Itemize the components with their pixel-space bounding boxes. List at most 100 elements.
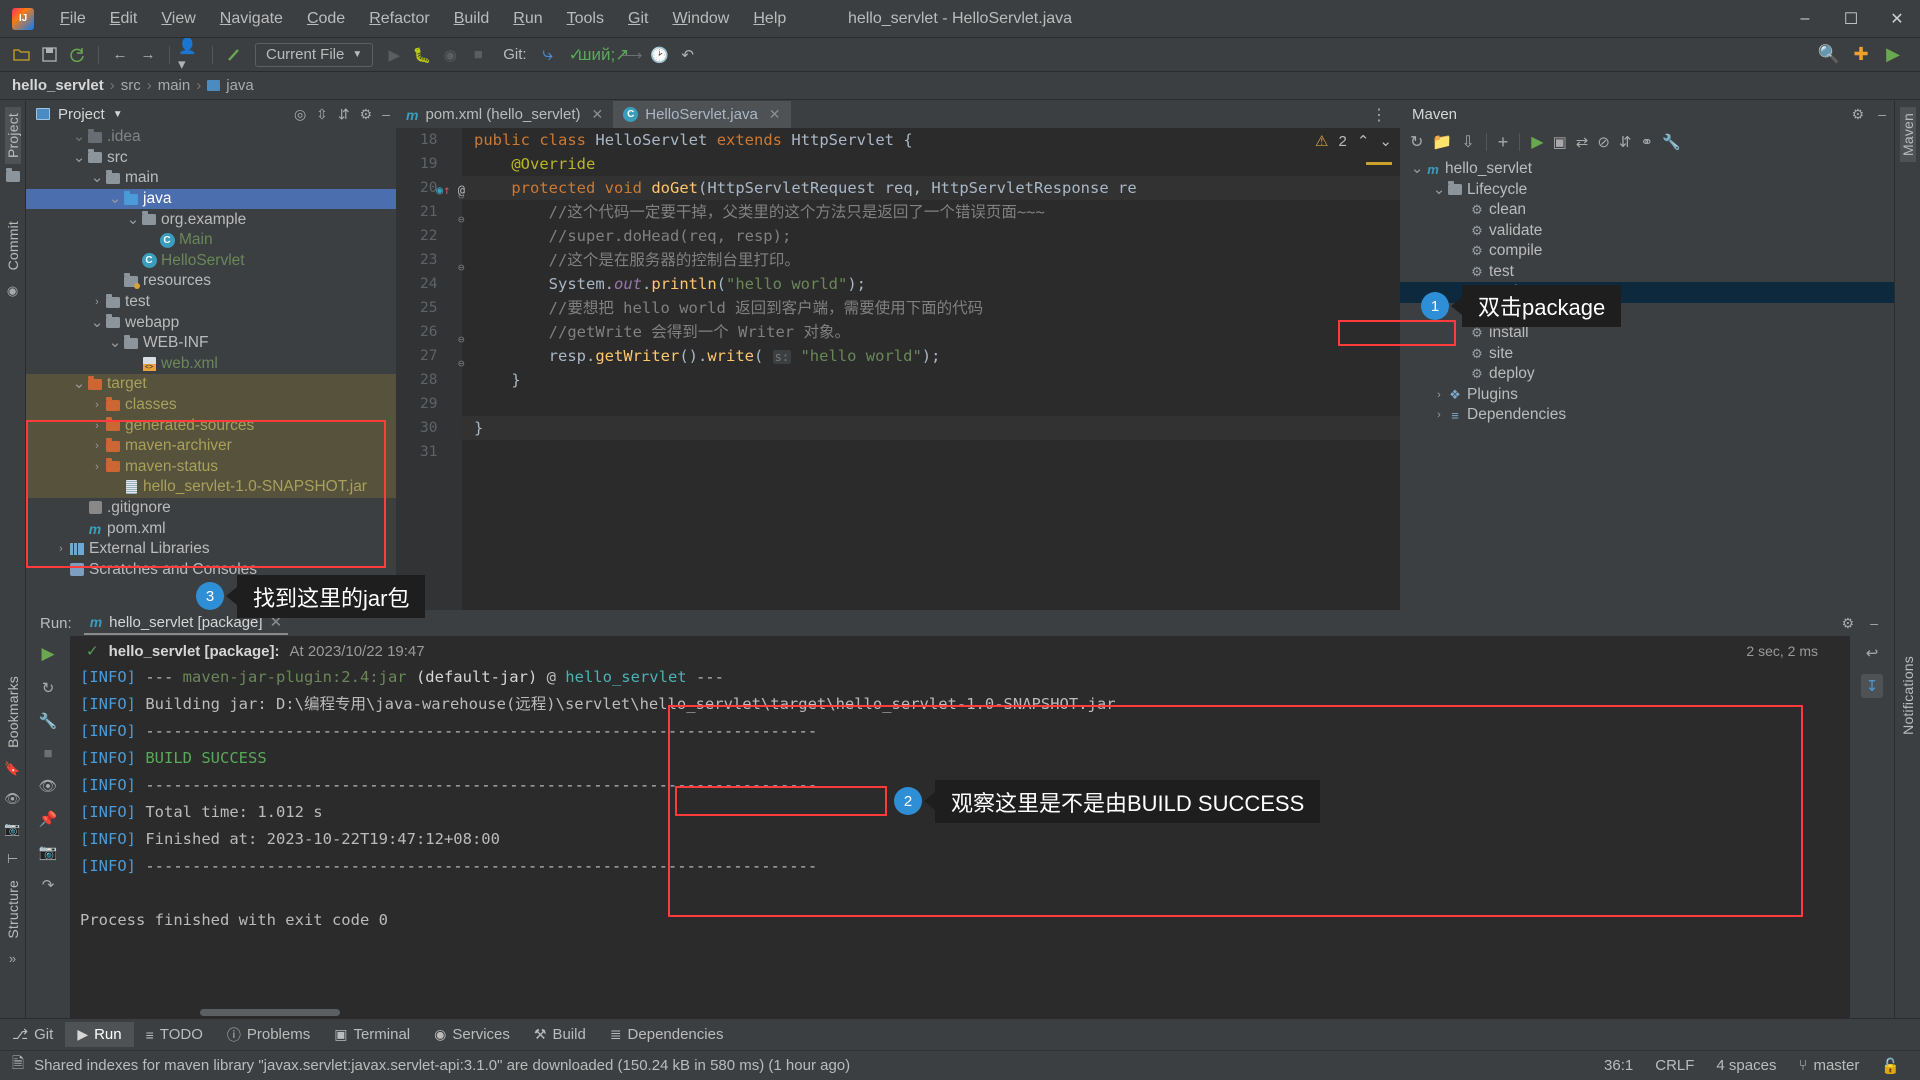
chevron-down-icon[interactable]: ⌄ <box>126 212 140 227</box>
menu-item-view[interactable]: View <box>149 6 207 32</box>
show-passed-icon[interactable]: 👁 <box>38 777 57 795</box>
plugin-update-icon[interactable]: ✚ <box>1848 42 1874 68</box>
expand-all-icon[interactable]: ⇳ <box>316 106 328 123</box>
project-tree-item[interactable]: C HelloServlet <box>26 251 396 272</box>
run-right-toolbar[interactable]: ↩ ↧ <box>1850 636 1894 1018</box>
arrow-right-icon[interactable]: → <box>135 42 161 68</box>
maximize-icon[interactable]: ☐ <box>1828 0 1874 38</box>
tool-button-structure[interactable]: Structure <box>5 874 21 945</box>
project-tree-item[interactable]: ⌄ src <box>26 148 396 169</box>
generate-sources-icon[interactable]: 📁 <box>1432 132 1452 152</box>
maven-tree-item[interactable]: ⌄ m hello_servlet <box>1400 159 1894 180</box>
project-tree-item[interactable]: m pom.xml <box>26 518 396 539</box>
search-icon[interactable]: 🔍 <box>1816 42 1842 68</box>
menu-item-tools[interactable]: Tools <box>555 6 616 32</box>
bottom-right-strip[interactable]: Notifications <box>1894 610 1920 1018</box>
code-line[interactable]: //getWrite 会得到一个 Writer 对象。 <box>474 320 850 344</box>
menu-item-code[interactable]: Code <box>295 6 357 32</box>
main-toolbar[interactable]: ← → 👤▾ Current File ▼ ▶ 🐛 ◉ ■ Git: ⤷ ✓ ш… <box>0 38 1920 73</box>
code-line[interactable]: //super.doHead(req, resp); <box>474 224 792 248</box>
export-icon[interactable]: 📷 <box>39 843 58 861</box>
stop-icon[interactable]: ■ <box>465 42 491 68</box>
maven-tree-item[interactable]: ⌄ Lifecycle <box>1400 180 1894 201</box>
more-options-icon[interactable]: ⋮ <box>1359 101 1400 128</box>
gear-icon[interactable]: ⚙ <box>360 106 373 123</box>
close-icon[interactable]: ✕ <box>1874 0 1920 38</box>
breadcrumb[interactable]: hello_servlet › src › main › java <box>0 72 1920 100</box>
editor-tab-helloservlet-java[interactable]: C HelloServlet.java ✕ <box>613 101 791 128</box>
run-coverage-icon[interactable]: ◉ <box>437 42 463 68</box>
console-horizontal-scrollbar[interactable] <box>200 1009 340 1016</box>
tool-window-button-build[interactable]: ⚒ Build <box>522 1022 598 1047</box>
chevron-down-icon[interactable]: ⌄ <box>72 129 86 144</box>
maven-tree-item[interactable]: › ❖ Plugins <box>1400 385 1894 406</box>
project-tree-item[interactable]: ⌄ java <box>26 188 396 210</box>
indent-setting[interactable]: 4 spaces <box>1716 1057 1776 1074</box>
git-branch-name[interactable]: master <box>1813 1057 1859 1074</box>
breadcrumb-item-java[interactable]: java <box>226 77 254 94</box>
project-tree-item[interactable]: web.xml <box>26 354 396 375</box>
unlocked-icon[interactable]: 🔓 <box>1881 1057 1900 1075</box>
menu-item-window[interactable]: Window <box>660 6 741 32</box>
collapse-all-icon[interactable]: ⇵ <box>338 106 350 123</box>
folder-icon[interactable] <box>5 167 20 182</box>
eye-icon[interactable]: 👁 <box>4 791 21 807</box>
project-tree-item[interactable]: ⌄ .idea <box>26 127 396 148</box>
menu-item-refactor[interactable]: Refactor <box>357 6 441 32</box>
arrow-left-icon[interactable]: ← <box>107 42 133 68</box>
project-tree-item[interactable]: ⌄ main <box>26 168 396 189</box>
camera-icon[interactable]: 📷 <box>4 821 20 837</box>
bookmark-icon[interactable]: 🔖 <box>4 761 20 777</box>
code-line[interactable]: protected void doGet(HttpServletRequest … <box>474 176 1136 200</box>
maven-tree-item[interactable]: ⚙ test <box>1400 262 1894 283</box>
expand-strip-icon[interactable]: » <box>9 951 16 966</box>
project-tree-item[interactable]: ⌄ target <box>26 374 396 395</box>
toolbar-right-group[interactable]: 🔍 ✚ ▶ <box>1816 42 1912 68</box>
tool-window-button-services[interactable]: ◉ Services <box>422 1022 522 1047</box>
tool-window-button-problems[interactable]: ⓘ Problems <box>215 1021 322 1049</box>
project-tree-item[interactable]: › External Libraries <box>26 539 396 560</box>
chevron-down-icon[interactable]: ⌄ <box>90 315 104 330</box>
editor-tab-bar[interactable]: m pom.xml (hello_servlet) ✕ C HelloServl… <box>396 101 1400 128</box>
menu-item-help[interactable]: Help <box>741 6 798 32</box>
execute-goal-icon[interactable]: ▣ <box>1553 133 1567 151</box>
project-panel-actions[interactable]: ◎ ⇳ ⇵ ⚙ – <box>294 106 390 123</box>
tool-window-button-git[interactable]: ⎇ Git <box>0 1022 65 1047</box>
chevron-up-icon[interactable]: ⌃ <box>1357 132 1370 150</box>
maven-settings-icon[interactable]: 🔧 <box>1662 133 1681 151</box>
minimize-icon[interactable]: – <box>1782 0 1828 38</box>
maven-tree-item[interactable]: ⚙ compile <box>1400 241 1894 262</box>
project-tree-item[interactable]: › classes <box>26 394 396 416</box>
code-line[interactable]: resp.getWriter().write( s: "hello world"… <box>474 344 941 369</box>
menu-item-build[interactable]: Build <box>442 6 502 32</box>
scroll-to-end-icon[interactable]: ↧ <box>1860 674 1884 698</box>
chevron-down-icon[interactable]: ⌄ <box>1432 182 1446 197</box>
breadcrumb-project[interactable]: hello_servlet <box>12 77 104 94</box>
code-fold-marker[interactable]: ⊖ <box>458 256 465 280</box>
status-bar-right[interactable]: 36:1 CRLF 4 spaces ⑂ master 🔓 <box>1604 1057 1908 1075</box>
project-tree-item[interactable]: › test <box>26 292 396 313</box>
gear-icon[interactable]: ⚙ <box>1842 615 1855 632</box>
code-line[interactable]: @Override <box>474 152 595 176</box>
chevron-down-icon[interactable]: ⌄ <box>108 191 122 206</box>
pin-icon[interactable]: 📌 <box>39 810 58 828</box>
close-icon[interactable]: ✕ <box>769 106 781 123</box>
maven-tree-item[interactable]: › ≡ Dependencies <box>1400 405 1894 426</box>
git-push-icon[interactable]: ший;↗ <box>578 42 630 68</box>
editor-tab-pom-xml[interactable]: m pom.xml (hello_servlet) ✕ <box>396 101 613 128</box>
gear-icon[interactable]: ⚙ <box>1852 106 1865 123</box>
inspection-widget[interactable]: ⚠ 2 ⌃ ⌄ <box>1315 132 1392 151</box>
chevron-down-icon[interactable]: ⌄ <box>1379 132 1392 150</box>
chevron-down-icon[interactable]: ⌄ <box>1410 161 1424 176</box>
project-tree-item[interactable]: › maven-status <box>26 456 396 478</box>
chevron-down-icon[interactable]: ⌄ <box>108 335 122 350</box>
tool-button-project[interactable]: Project <box>4 107 21 164</box>
rerun-icon[interactable]: ▶ <box>41 644 54 664</box>
breadcrumb-item-main[interactable]: main <box>158 77 191 94</box>
line-separator[interactable]: CRLF <box>1655 1057 1694 1074</box>
git-shelve-icon[interactable]: ⟶ <box>619 42 645 68</box>
hammer-icon[interactable] <box>221 42 247 68</box>
rerun-failed-icon[interactable]: ↻ <box>42 679 55 697</box>
run-configuration-selector[interactable]: Current File ▼ <box>255 42 374 67</box>
debug-icon[interactable]: 🐛 <box>409 42 435 68</box>
